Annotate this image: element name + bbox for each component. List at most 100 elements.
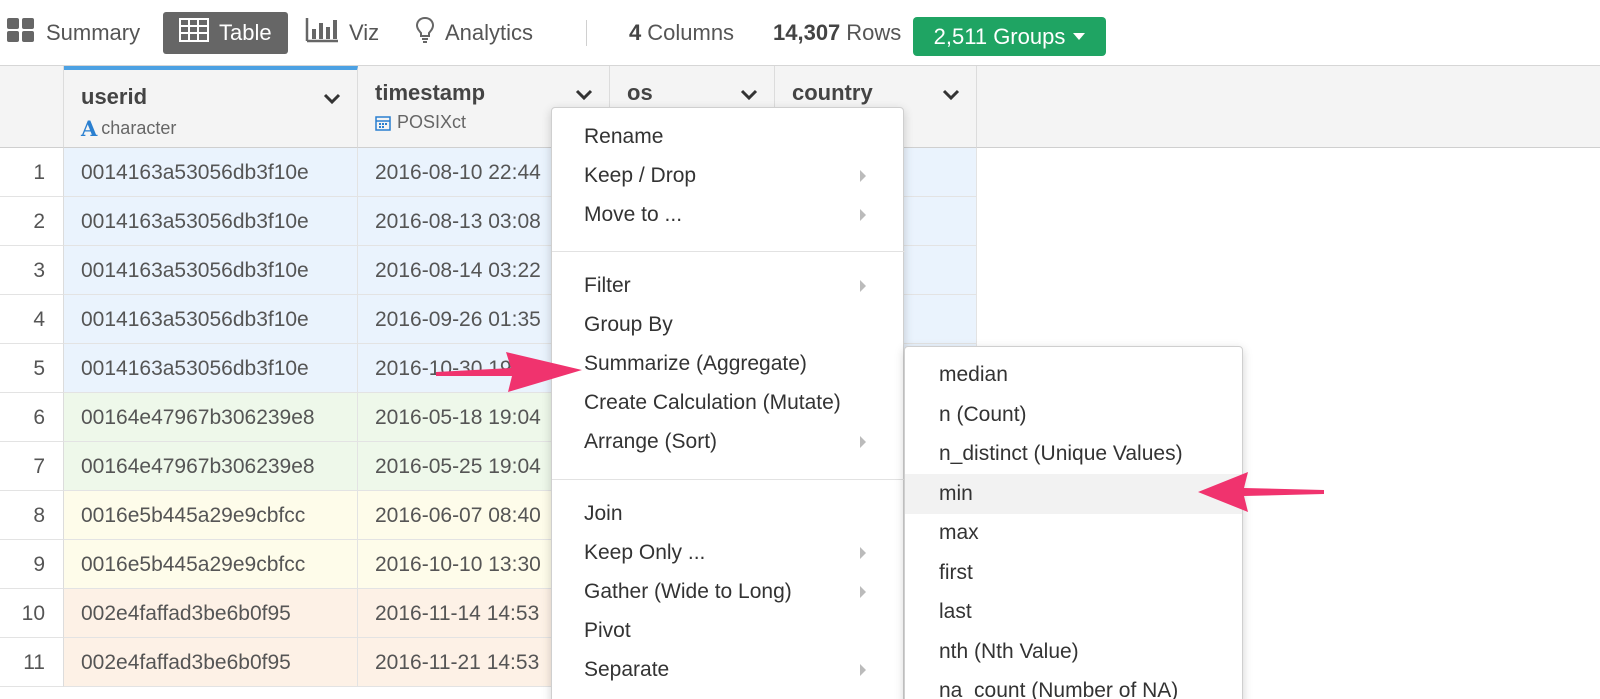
column-type-label: character	[101, 118, 177, 138]
row-number: 5	[0, 344, 64, 393]
tab-table-label: Table	[219, 20, 272, 45]
column-name: os	[627, 80, 653, 105]
chevron-down-icon[interactable]	[575, 88, 593, 106]
submenu-item-count[interactable]: n (Count)	[905, 395, 1242, 435]
tab-analytics[interactable]: Analytics	[415, 12, 533, 54]
submenu-item-max[interactable]: max	[905, 513, 1242, 553]
menu-divider	[552, 251, 905, 252]
column-type: A character	[81, 116, 176, 141]
table-cell-userid[interactable]: 0014163a53056db3f10e	[64, 197, 358, 246]
row-number: 6	[0, 393, 64, 442]
bar-chart-icon	[305, 17, 339, 49]
submenu-item-n-distinct[interactable]: n_distinct (Unique Values)	[905, 434, 1242, 474]
submenu-item-first[interactable]: first	[905, 553, 1242, 593]
row-number: 3	[0, 246, 64, 295]
row-number: 8	[0, 491, 64, 540]
row-number: 1	[0, 148, 64, 197]
menu-item-pivot[interactable]: Pivot	[584, 614, 631, 648]
menu-item-label: Gather (Wide to Long)	[584, 580, 792, 603]
menu-item-label: Join	[584, 502, 623, 525]
submenu-item-nth[interactable]: nth (Nth Value)	[905, 632, 1242, 672]
submenu-item-na-count[interactable]: na_count (Number of NA)	[905, 671, 1242, 699]
row-number: 2	[0, 197, 64, 246]
menu-item-create-calculation[interactable]: Create Calculation (Mutate)	[584, 386, 841, 420]
rows-count-label: Rows	[846, 20, 902, 45]
header-filler	[977, 66, 1600, 148]
groups-button[interactable]: 2,511 Groups	[913, 17, 1106, 56]
chevron-down-icon[interactable]	[942, 88, 960, 106]
row-number: 7	[0, 442, 64, 491]
menu-item-rename[interactable]: Rename	[584, 120, 663, 154]
table-cell-userid[interactable]: 002e4faffad3be6b0f95	[64, 638, 358, 687]
table-cell-userid[interactable]: 00164e47967b306239e8	[64, 442, 358, 491]
row-number: 4	[0, 295, 64, 344]
menu-item-label: Keep / Drop	[584, 164, 697, 187]
chevron-right-icon	[860, 586, 866, 598]
chevron-right-icon	[860, 209, 866, 221]
menu-item-arrange[interactable]: Arrange (Sort)	[584, 425, 884, 459]
menu-item-label: Filter	[584, 274, 631, 297]
menu-item-label: Move to ...	[584, 203, 683, 226]
menu-item-move-to[interactable]: Move to ...	[584, 198, 884, 232]
column-type-label: POSIXct	[397, 112, 467, 132]
chevron-down-icon[interactable]	[323, 92, 341, 110]
tab-summary-label: Summary	[46, 20, 141, 45]
chevron-right-icon	[860, 664, 866, 676]
menu-item-filter[interactable]: Filter	[584, 269, 884, 303]
menu-item-label: Group By	[584, 313, 673, 336]
submenu-item-median[interactable]: median	[905, 355, 1242, 395]
chevron-right-icon	[860, 170, 866, 182]
menu-item-join[interactable]: Join	[584, 497, 623, 531]
grid-icon	[6, 17, 36, 49]
table-cell-userid[interactable]: 0014163a53056db3f10e	[64, 246, 358, 295]
columns-count-label: Columns	[647, 20, 735, 45]
menu-item-keep-only[interactable]: Keep Only ...	[584, 536, 884, 570]
tab-viz[interactable]: Viz	[305, 12, 379, 54]
annotation-arrow-icon	[436, 352, 582, 392]
table-cell-userid[interactable]: 0014163a53056db3f10e	[64, 344, 358, 393]
summarize-submenu: median n (Count) n_distinct (Unique Valu…	[904, 346, 1243, 699]
column-name: userid	[81, 84, 148, 109]
table-cell-userid[interactable]: 002e4faffad3be6b0f95	[64, 589, 358, 638]
groups-button-label: 2,511 Groups	[933, 23, 1066, 49]
menu-item-group-by[interactable]: Group By	[584, 308, 673, 342]
submenu-item-last[interactable]: last	[905, 592, 1242, 632]
rows-count: 14,307 Rows	[773, 12, 901, 54]
tab-summary[interactable]: Summary	[6, 12, 140, 54]
table-cell-userid[interactable]: 0016e5b445a29e9cbfcc	[64, 491, 358, 540]
tab-table[interactable]: Table	[163, 12, 288, 54]
table-cell-userid[interactable]: 0014163a53056db3f10e	[64, 295, 358, 344]
column-name: timestamp	[375, 80, 486, 105]
columns-count-value: 4	[629, 20, 642, 45]
menu-item-label: Summarize (Aggregate)	[584, 352, 807, 375]
table-cell-userid[interactable]: 0016e5b445a29e9cbfcc	[64, 540, 358, 589]
rows-count-value: 14,307	[773, 20, 841, 45]
submenu-item-min[interactable]: min	[905, 474, 1242, 514]
row-number: 11	[0, 638, 64, 687]
letter-a-icon: A	[81, 116, 98, 141]
menu-item-label: Separate	[584, 658, 670, 681]
menu-item-label: Pivot	[584, 619, 631, 642]
table-cell-userid[interactable]: 00164e47967b306239e8	[64, 393, 358, 442]
chevron-down-icon[interactable]	[740, 88, 758, 106]
toolbar: Summary Table Viz Analytics 4 Columns 14…	[0, 0, 1600, 66]
caret-down-icon	[1073, 33, 1086, 40]
calendar-icon	[375, 115, 391, 131]
row-number-header	[0, 66, 64, 148]
toolbar-divider	[586, 20, 587, 46]
row-number: 9	[0, 540, 64, 589]
chevron-right-icon	[860, 280, 866, 292]
column-header-userid[interactable]: userid A character	[64, 66, 358, 148]
menu-item-label: Create Calculation (Mutate)	[584, 391, 841, 414]
annotation-arrow-icon	[1198, 472, 1324, 512]
tab-analytics-label: Analytics	[445, 20, 534, 45]
table-icon	[179, 18, 209, 48]
menu-item-keep-drop[interactable]: Keep / Drop	[584, 159, 884, 193]
menu-item-separate[interactable]: Separate	[584, 653, 884, 687]
column-context-menu: Rename Keep / Drop Move to ... Filter Gr…	[551, 107, 905, 699]
menu-item-summarize[interactable]: Summarize (Aggregate)	[584, 347, 807, 381]
menu-item-gather[interactable]: Gather (Wide to Long)	[584, 575, 884, 609]
table-cell-userid[interactable]: 0014163a53056db3f10e	[64, 148, 358, 197]
row-number: 10	[0, 589, 64, 638]
column-name: country	[792, 80, 873, 105]
